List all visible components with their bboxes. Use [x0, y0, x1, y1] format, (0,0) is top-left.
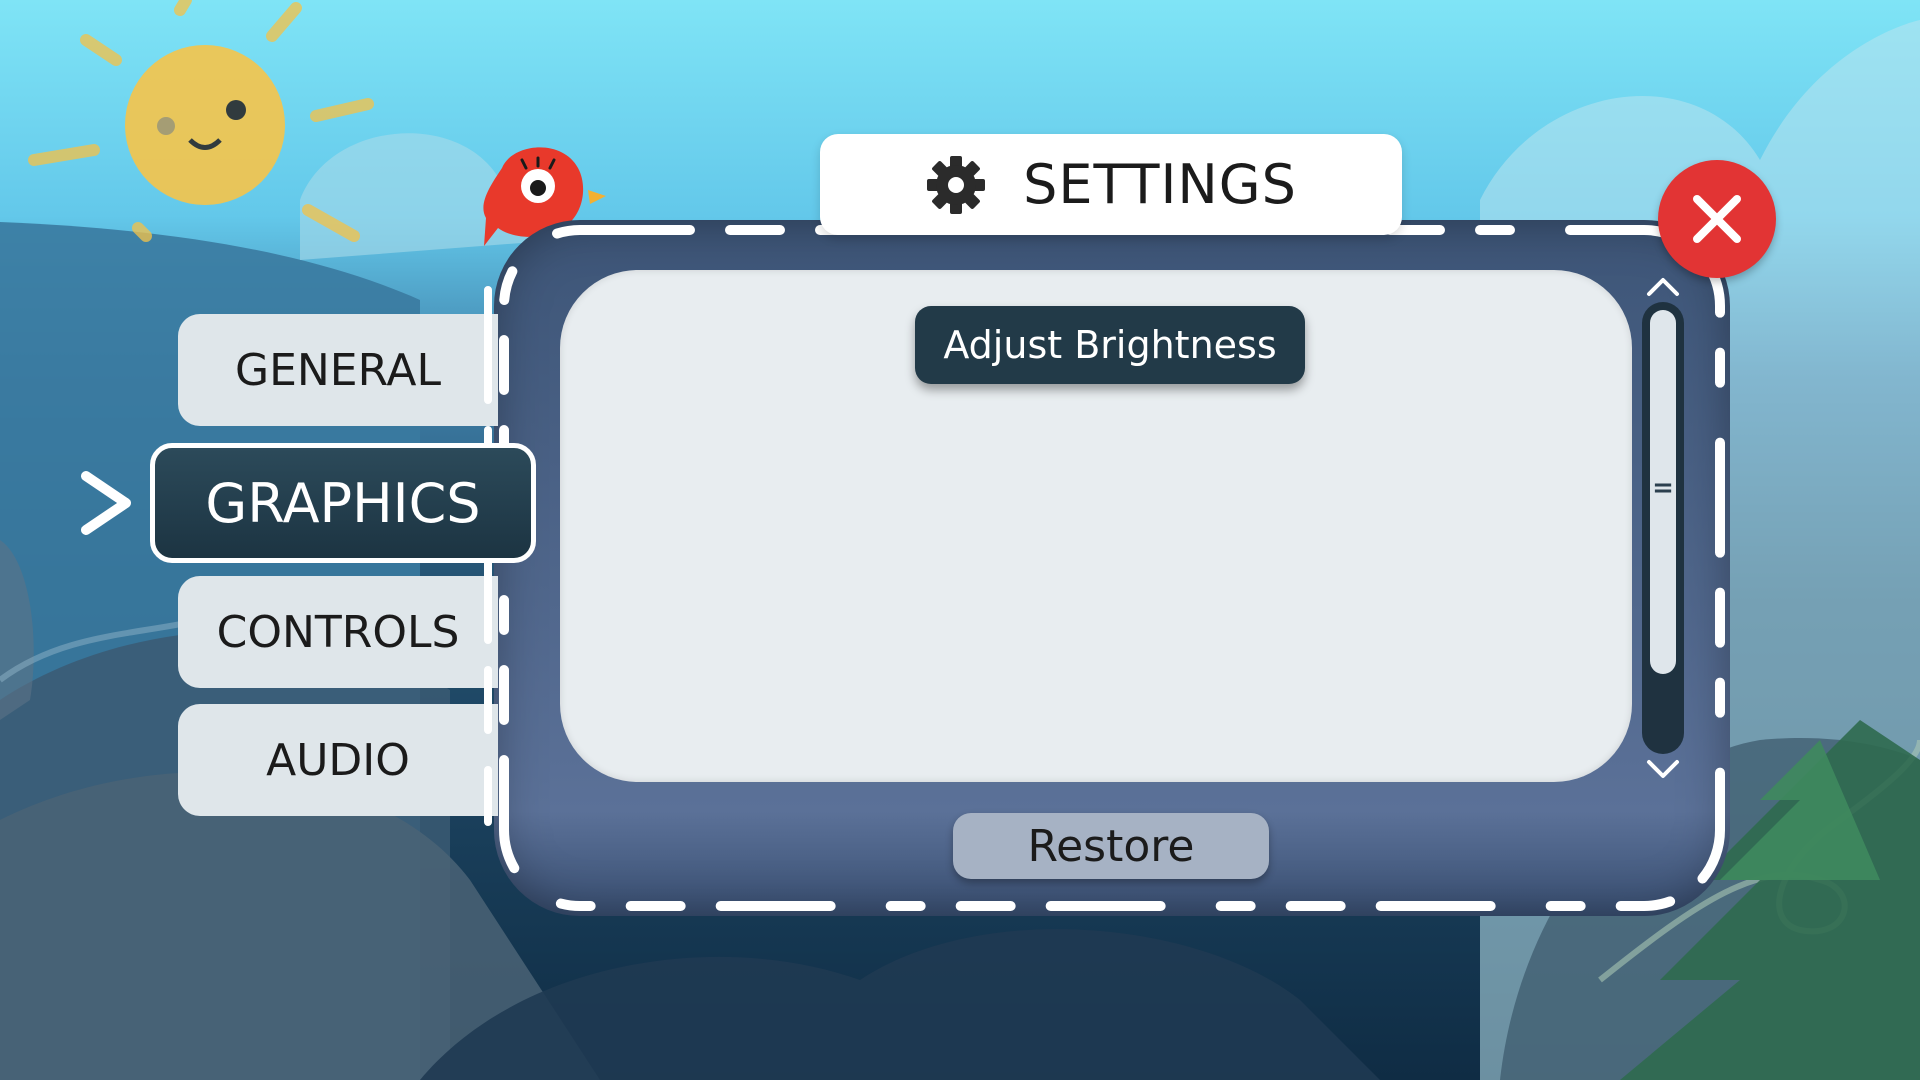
tab-audio-label: AUDIO — [266, 734, 410, 786]
page-title: SETTINGS — [1023, 153, 1297, 216]
scrollbar-grip: = — [1652, 473, 1674, 503]
tab-graphics-label: GRAPHICS — [205, 471, 481, 535]
close-button[interactable] — [1658, 160, 1776, 278]
gear-icon — [927, 155, 986, 214]
restore-button[interactable]: Restore — [953, 813, 1269, 879]
settings-title-bar: SETTINGS — [820, 134, 1402, 235]
restore-label: Restore — [1027, 820, 1195, 872]
tab-audio[interactable]: AUDIO — [178, 704, 498, 816]
tab-general[interactable]: GENERAL — [178, 314, 498, 426]
adjust-brightness-label: Adjust Brightness — [943, 323, 1277, 367]
chevron-down-icon[interactable] — [1645, 758, 1681, 780]
chevron-right-icon — [81, 471, 131, 535]
tab-general-label: GENERAL — [234, 344, 441, 396]
tab-graphics[interactable]: GRAPHICS — [150, 443, 536, 563]
tab-controls[interactable]: CONTROLS — [178, 576, 498, 688]
chevron-up-icon[interactable] — [1645, 276, 1681, 298]
close-icon — [1693, 195, 1741, 243]
tab-controls-label: CONTROLS — [216, 606, 460, 658]
adjust-brightness-button[interactable]: Adjust Brightness — [915, 306, 1305, 384]
